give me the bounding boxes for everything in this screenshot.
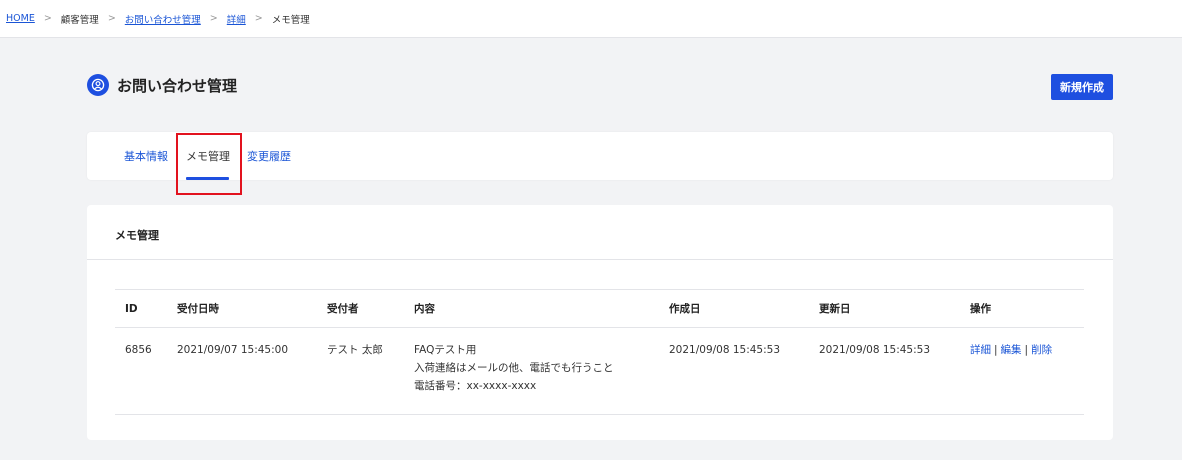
memo-card: メモ管理 ID 受付日時 受付者 内容 作成日 更新日 操作 6856 2021… bbox=[87, 205, 1113, 440]
cell-received-at: 2021/09/07 15:45:00 bbox=[167, 327, 317, 415]
column-header-receiver: 受付者 bbox=[317, 289, 404, 328]
page-title: お問い合わせ管理 bbox=[117, 76, 238, 95]
content-line: FAQテスト用 bbox=[414, 344, 477, 356]
content-line: 入荷連絡はメールの他、電話でも行うこと bbox=[414, 362, 614, 374]
edit-link[interactable]: 編集 bbox=[1001, 344, 1022, 356]
action-separator: | bbox=[1024, 344, 1029, 356]
breadcrumb-separator: > bbox=[107, 13, 116, 24]
highlight-annotation bbox=[176, 133, 242, 195]
breadcrumb-separator: > bbox=[254, 13, 263, 24]
breadcrumb-separator: > bbox=[43, 13, 52, 24]
cell-actions: 詳細 | 編集 | 削除 bbox=[960, 327, 1084, 415]
breadcrumb-inquiries-link[interactable]: お問い合わせ管理 bbox=[125, 12, 201, 26]
breadcrumb: HOME > 顧客管理 > お問い合わせ管理 > 詳細 > メモ管理 bbox=[0, 0, 1182, 38]
user-circle-icon bbox=[87, 74, 109, 96]
tab-change-history[interactable]: 変更履歴 bbox=[247, 132, 291, 180]
cell-receiver: テスト 太郎 bbox=[317, 327, 404, 415]
page-header: お問い合わせ管理 新規作成 bbox=[87, 70, 1113, 100]
memo-card-divider bbox=[87, 259, 1113, 260]
cell-created: 2021/09/08 15:45:53 bbox=[659, 327, 809, 415]
column-header-created: 作成日 bbox=[659, 289, 809, 328]
cell-content: FAQテスト用 入荷連絡はメールの他、電話でも行うこと 電話番号：xx-xxxx… bbox=[404, 327, 659, 415]
cell-updated: 2021/09/08 15:45:53 bbox=[809, 327, 960, 415]
breadcrumb-customers: 顧客管理 bbox=[60, 14, 99, 26]
column-header-id: ID bbox=[115, 289, 167, 328]
memo-table: ID 受付日時 受付者 内容 作成日 更新日 操作 6856 2021/09/0… bbox=[115, 289, 1084, 415]
breadcrumb-home-link[interactable]: HOME bbox=[6, 13, 35, 24]
table-header-row: ID 受付日時 受付者 内容 作成日 更新日 操作 bbox=[115, 289, 1084, 328]
breadcrumb-detail-link[interactable]: 詳細 bbox=[227, 12, 246, 26]
delete-link[interactable]: 削除 bbox=[1031, 344, 1052, 356]
column-header-updated: 更新日 bbox=[809, 289, 960, 328]
memo-card-title: メモ管理 bbox=[115, 229, 159, 242]
tab-basic-info[interactable]: 基本情報 bbox=[124, 132, 168, 180]
column-header-content: 内容 bbox=[404, 289, 659, 328]
column-header-received-at: 受付日時 bbox=[167, 289, 317, 328]
detail-link[interactable]: 詳細 bbox=[970, 344, 991, 356]
table-row: 6856 2021/09/07 15:45:00 テスト 太郎 FAQテスト用 … bbox=[115, 327, 1084, 415]
action-separator: | bbox=[994, 344, 998, 356]
breadcrumb-current: メモ管理 bbox=[271, 14, 310, 26]
content-line: 電話番号：xx-xxxx-xxxx bbox=[414, 380, 537, 392]
cell-id: 6856 bbox=[115, 327, 167, 415]
page-title-wrap: お問い合わせ管理 bbox=[87, 74, 237, 96]
breadcrumb-separator: > bbox=[209, 13, 218, 24]
new-button[interactable]: 新規作成 bbox=[1051, 74, 1113, 100]
column-header-actions: 操作 bbox=[960, 289, 1084, 328]
